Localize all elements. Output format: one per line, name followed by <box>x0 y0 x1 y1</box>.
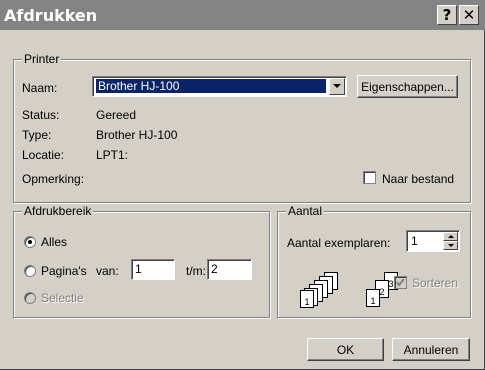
printer-name-label: Naam: <box>22 81 58 95</box>
close-button[interactable]: ✕ <box>459 5 479 25</box>
chevron-down-icon <box>447 244 454 247</box>
range-to-value: 2 <box>211 262 218 276</box>
close-icon: ✕ <box>462 6 476 24</box>
spinner-down-button[interactable] <box>443 241 458 250</box>
print-dialog: Afdrukken ? ✕ Printer Naam: Brother HJ-1… <box>0 0 485 370</box>
range-from-input[interactable]: 1 <box>131 259 175 280</box>
cancel-button-label: Annuleren <box>403 342 459 357</box>
help-button[interactable]: ? <box>437 5 457 25</box>
collate-label[interactable]: Sorteren <box>412 276 458 290</box>
range-all-radio[interactable] <box>24 236 36 248</box>
collate-checkbox[interactable] <box>394 276 407 289</box>
type-value: Brother HJ-100 <box>96 128 178 142</box>
page-icon: 1 <box>300 290 314 308</box>
range-from-label: van: <box>96 264 119 278</box>
range-selection-label[interactable]: Selectie <box>41 291 84 305</box>
printer-name-select[interactable]: Brother HJ-100 <box>92 76 347 97</box>
title-bar[interactable]: Afdrukken ? ✕ <box>0 0 485 30</box>
uncollated-pages-icon: 3 2 1 <box>300 268 350 308</box>
range-to-input[interactable]: 2 <box>207 259 252 280</box>
range-to-label: t/m: <box>186 264 206 278</box>
status-label: Status: <box>22 108 60 122</box>
copies-count-value: 1 <box>411 234 418 248</box>
properties-button[interactable]: Eigenschappen... <box>357 75 458 98</box>
spinner-up-button[interactable] <box>443 232 458 241</box>
type-label: Type: <box>22 128 52 142</box>
page-icon: 1 <box>366 289 380 307</box>
print-to-file-checkbox[interactable] <box>363 171 376 184</box>
range-pages-radio[interactable] <box>24 265 36 277</box>
ok-button[interactable]: OK <box>307 338 384 361</box>
copies-count-label: Aantal exemplaren: <box>287 236 391 250</box>
print-range-legend: Afdrukbereik <box>22 204 94 218</box>
location-label: Locatie: <box>22 148 65 162</box>
help-icon: ? <box>442 6 452 24</box>
dropdown-arrow-button[interactable] <box>329 78 345 95</box>
checkmark-icon <box>396 278 405 287</box>
chevron-down-icon <box>333 84 341 88</box>
range-from-value: 1 <box>135 262 142 276</box>
copies-legend: Aantal <box>286 204 325 218</box>
range-all-label[interactable]: Alles <box>41 235 67 249</box>
cancel-button[interactable]: Annuleren <box>392 338 470 361</box>
print-to-file-label[interactable]: Naar bestand <box>382 172 454 186</box>
properties-button-label: Eigenschappen... <box>361 79 454 94</box>
range-selection-radio[interactable] <box>24 292 36 304</box>
copies-count-spinner[interactable]: 1 <box>406 230 460 252</box>
printer-legend: Printer <box>22 52 62 66</box>
location-value: LPT1: <box>96 148 129 162</box>
range-pages-label[interactable]: Pagina's <box>41 264 87 278</box>
comment-label: Opmerking: <box>22 172 85 186</box>
window-title: Afdrukken <box>4 6 98 25</box>
chevron-up-icon <box>447 235 454 238</box>
printer-name-value: Brother HJ-100 <box>96 79 326 93</box>
ok-button-label: OK <box>336 342 355 357</box>
status-value: Gereed <box>96 108 137 122</box>
